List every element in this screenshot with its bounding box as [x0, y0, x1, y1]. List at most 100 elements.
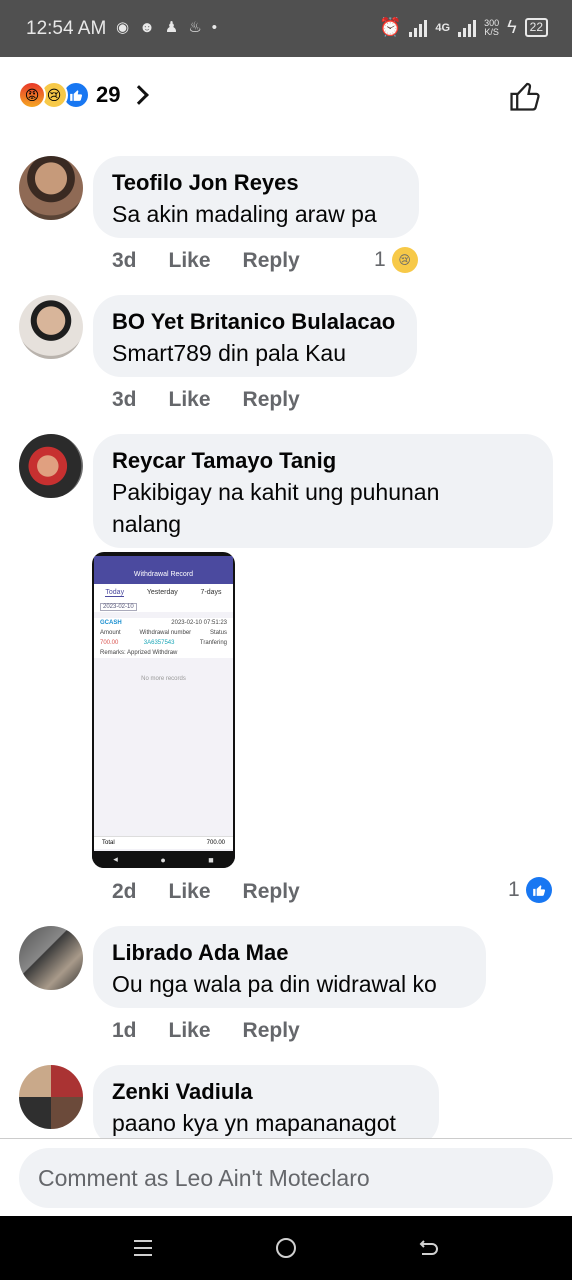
comment-text-line-1: Pakibigay na kahit ung puhunan: [112, 479, 440, 505]
like-icon: [525, 877, 552, 903]
sad-icon: 😢: [391, 247, 418, 273]
comment-actions: 3d Like Reply: [112, 249, 332, 273]
comment-text: paano kya yn mapananagot: [112, 1110, 396, 1136]
comment-author[interactable]: Zenki Vadiula: [112, 1077, 419, 1107]
signal-icon-2: [458, 19, 477, 37]
reply-action[interactable]: Reply: [243, 249, 300, 273]
signal-icon: [409, 19, 428, 37]
comment-actions: 3d Like Reply: [112, 388, 332, 412]
notification-icon: ☻: [139, 18, 155, 36]
battery-icon: 22: [524, 18, 548, 37]
attachment-header: Withdrawal Record: [94, 556, 233, 584]
reactions-summary[interactable]: 😡 😢 29: [18, 81, 150, 109]
comment-bubble[interactable]: BO Yet Britanico Bulalacao Smart789 din …: [93, 295, 417, 377]
attachment-empty: No more records: [141, 676, 186, 682]
angry-reaction-icon: 😡: [18, 81, 46, 109]
back-button[interactable]: [416, 1236, 440, 1260]
attachment-provider-row: GCASH 2023-02-10 07:51:23: [94, 618, 233, 628]
like-action[interactable]: Like: [169, 1019, 211, 1043]
avatar[interactable]: [19, 156, 83, 220]
comment-input-placeholder: Comment as Leo Ain't Moteclaro: [38, 1164, 370, 1191]
attachment-date-value: 2023-02-10: [100, 603, 137, 611]
comment-author[interactable]: Teofilo Jon Reyes: [112, 168, 399, 198]
attachment-tab: Today: [105, 589, 125, 597]
avatar[interactable]: [19, 1065, 83, 1129]
avatar[interactable]: [19, 295, 83, 359]
network-type: 4G: [435, 21, 451, 34]
attachment-remark: Remarks: Apprized Withdraw: [94, 648, 233, 658]
attachment-col-number: Withdrawal number: [139, 630, 192, 636]
reply-action[interactable]: Reply: [243, 1019, 300, 1043]
clock: 12:54 AM: [26, 18, 107, 39]
comment-reaction[interactable]: 1: [508, 877, 552, 903]
more-dot-icon: •: [211, 18, 218, 36]
recents-icon: ■: [208, 854, 214, 865]
recents-button[interactable]: [131, 1236, 155, 1260]
attachment-date: 2023-02-10: [94, 602, 233, 612]
data-speed: 300 K/S: [484, 18, 499, 37]
comment-bubble[interactable]: Librado Ada Mae Ou nga wala pa din widra…: [93, 926, 486, 1008]
system-navbar: [0, 1216, 572, 1280]
like-action[interactable]: Like: [169, 249, 211, 273]
attachment-total-value: 700.00: [206, 840, 225, 846]
comment-age: 3d: [112, 388, 137, 411]
comment-actions: 1d Like Reply: [112, 1019, 332, 1043]
attachment-total-row: Total 700.00: [94, 836, 233, 849]
comment-age: 2d: [112, 880, 137, 903]
like-action[interactable]: Like: [169, 388, 211, 412]
attachment-col-status: Status: [209, 630, 227, 636]
attachment-columns: Amount Withdrawal number Status: [94, 628, 233, 638]
like-action[interactable]: Like: [169, 880, 211, 904]
comment-bubble[interactable]: Zenki Vadiula paano kya yn mapananagot: [93, 1065, 439, 1138]
comment-text: Ou nga wala pa din widrawal ko: [112, 971, 437, 997]
charging-icon: ϟ: [507, 17, 517, 37]
attachment-provider: GCASH: [100, 620, 122, 626]
system-icons: ⏰ 4G 300 K/S ϟ 22: [379, 17, 548, 38]
attachment-number: 3A6357543: [143, 640, 175, 646]
android-icon: ♟: [164, 19, 179, 36]
reply-action[interactable]: Reply: [243, 388, 300, 412]
back-icon: ◂: [113, 854, 118, 864]
comment-age: 3d: [112, 249, 137, 272]
scroll-indicator: • •: [262, 135, 272, 140]
home-button[interactable]: [274, 1236, 298, 1260]
reaction-count: 29: [96, 82, 121, 107]
like-button[interactable]: [508, 79, 542, 113]
attachment-amount: 700.00: [100, 640, 119, 646]
comment-author[interactable]: Reycar Tamayo Tanig: [112, 446, 533, 476]
attachment-navbar: ◂ ● ■: [92, 851, 235, 868]
comment-author[interactable]: BO Yet Britanico Bulalacao: [112, 307, 397, 337]
avatar[interactable]: [19, 434, 83, 498]
attachment-screen: Withdrawal Record Today Yesterday 7-days…: [94, 556, 233, 851]
comment-reaction[interactable]: 1 😢: [374, 247, 418, 273]
comment-text: Sa akin madaling araw pa: [112, 201, 377, 227]
comment-reaction-count: 1: [374, 248, 386, 271]
alarm-icon: ⏰: [378, 17, 402, 37]
comment-input[interactable]: Comment as Leo Ain't Moteclaro: [19, 1148, 553, 1208]
notification-icons: ◉ ☻ ♟ ♨ •: [116, 18, 218, 37]
data-speed-unit: K/S: [484, 26, 499, 37]
attachment-values: 700.00 3A6357543 Tranfering: [94, 638, 233, 648]
reactions-header: 😡 😢 29: [0, 57, 572, 135]
attachment-tab: 7-days: [200, 589, 222, 596]
reply-action[interactable]: Reply: [243, 880, 300, 904]
chevron-right-icon: [129, 85, 150, 105]
home-icon: ●: [160, 854, 166, 865]
avatar[interactable]: [19, 926, 83, 990]
comment-bubble[interactable]: Teofilo Jon Reyes Sa akin madaling araw …: [93, 156, 419, 238]
messenger-icon: ◉: [116, 19, 130, 36]
comment-age: 1d: [112, 1019, 137, 1042]
attachment-total-label: Total: [102, 840, 115, 846]
status-bar: 12:54 AM ◉ ☻ ♟ ♨ • ⏰ 4G 300 K/S ϟ 22: [0, 0, 572, 57]
attachment-timestamp: 2023-02-10 07:51:23: [171, 620, 227, 626]
attachment-tab: Yesterday: [146, 589, 178, 596]
comment-text-line-2: nalang: [112, 511, 182, 537]
attachment-tabs: Today Yesterday 7-days: [94, 584, 233, 602]
comment-image-attachment[interactable]: Withdrawal Record Today Yesterday 7-days…: [92, 552, 235, 868]
comment-text: Smart789 din pala Kau: [112, 340, 346, 366]
flame-icon: ♨: [188, 19, 202, 36]
comment-bubble[interactable]: Reycar Tamayo Tanig Pakibigay na kahit u…: [93, 434, 553, 548]
comments-feed[interactable]: • • Teofilo Jon Reyes Sa akin madaling a…: [0, 135, 572, 1138]
attachment-col-amount: Amount: [100, 630, 121, 636]
comment-author[interactable]: Librado Ada Mae: [112, 938, 466, 968]
